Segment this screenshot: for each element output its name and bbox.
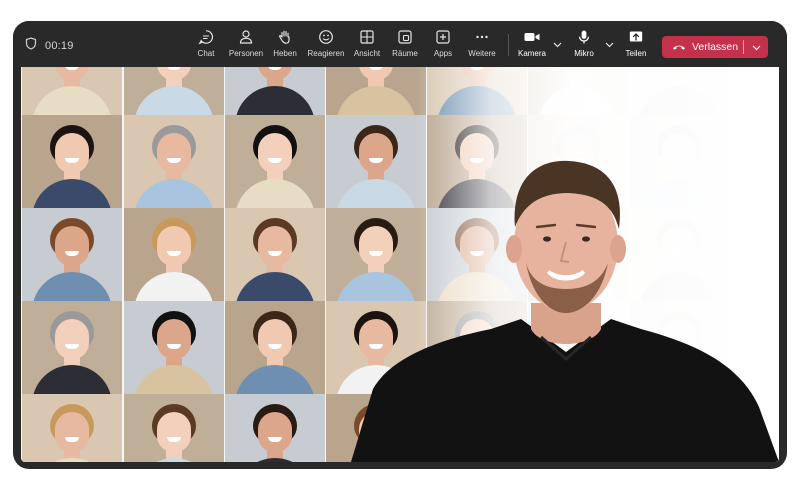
rooms-icon: [397, 27, 413, 47]
mic-button-label: Mikro: [574, 49, 594, 58]
share-button-label: Teilen: [625, 49, 647, 58]
apps-button-label: Apps: [433, 49, 453, 58]
more-button-label: Weitere: [468, 49, 496, 58]
raise-hand-button-label: Heben: [273, 49, 297, 58]
meeting-status: 00:19: [25, 37, 74, 55]
leave-button[interactable]: Verlassen: [662, 36, 743, 58]
phone-hangup-icon: [672, 38, 686, 56]
meeting-window: 00:19 Chat Personen Heben Reagieren Ansi…: [13, 21, 787, 469]
leave-options-button[interactable]: [744, 36, 768, 58]
chevron-down-icon: [752, 38, 761, 56]
rooms-button-label: Räume: [392, 49, 418, 58]
people-icon: [238, 27, 254, 47]
camera-icon: [523, 27, 541, 47]
ellipsis-icon: [474, 27, 490, 47]
camera-button[interactable]: Kamera: [508, 27, 556, 63]
more-button[interactable]: Weitere: [458, 27, 506, 63]
share-button[interactable]: Teilen: [612, 27, 660, 63]
camera-button-label: Kamera: [517, 49, 546, 58]
meeting-timer: 00:19: [45, 40, 74, 52]
video-stage: [21, 67, 779, 462]
mic-button[interactable]: Mikro: [560, 27, 608, 63]
react-button-label: Reagieren: [307, 49, 345, 58]
leave-meeting-control: Verlassen: [662, 36, 768, 58]
shield-icon: [25, 37, 37, 55]
grid-icon: [359, 27, 375, 47]
chat-button-label: Chat: [197, 49, 215, 58]
microphone-icon: [576, 27, 592, 47]
plus-square-icon: [435, 27, 451, 47]
chat-icon: [198, 27, 214, 47]
meeting-toolbar: 00:19 Chat Personen Heben Reagieren Ansi…: [13, 21, 787, 67]
people-button-label: Personen: [228, 49, 264, 58]
hand-icon: [277, 27, 293, 47]
leave-button-label: Verlassen: [692, 41, 739, 53]
view-button-label: Ansicht: [353, 49, 381, 58]
presenter-video: [351, 160, 779, 462]
smiley-icon: [318, 27, 334, 47]
share-upload-icon: [628, 27, 644, 47]
